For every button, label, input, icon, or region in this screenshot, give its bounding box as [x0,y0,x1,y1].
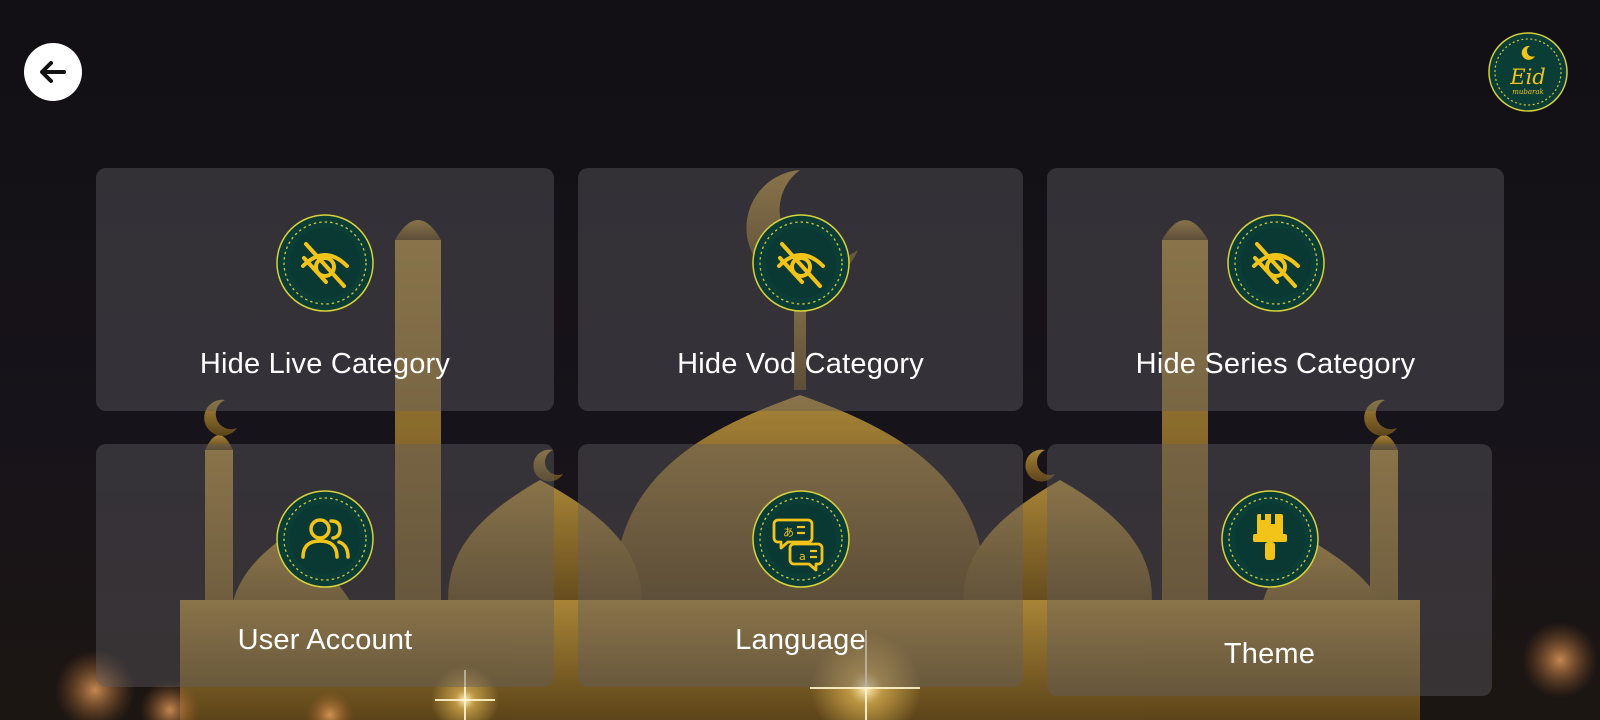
paint-brush-icon [1221,490,1319,588]
hide-series-category-label: Hide Series Category [1135,348,1416,380]
svg-text:Eid: Eid [1509,65,1546,89]
eid-mubarak-logo: Eid mubarak [1488,32,1568,112]
eye-off-icon [276,214,374,312]
language-tile[interactable]: あ a Language [578,444,1023,687]
hide-vod-category-label: Hide Vod Category [677,348,924,380]
hide-live-category-label: Hide Live Category [199,348,451,380]
arrow-left-icon [40,61,66,83]
user-account-tile[interactable]: User Account [96,444,554,687]
translate-icon: あ a [752,490,850,588]
eye-off-icon [752,214,850,312]
svg-text:mubarak: mubarak [1512,88,1544,96]
svg-text:a: a [799,550,806,563]
language-label: Language [735,624,866,656]
svg-text:あ: あ [783,526,794,539]
hide-live-category-tile[interactable]: Hide Live Category [96,168,554,411]
hide-vod-category-tile[interactable]: Hide Vod Category [578,168,1023,411]
user-account-label: User Account [237,624,413,656]
back-button[interactable] [24,43,82,101]
theme-label: Theme [1223,638,1316,670]
users-icon [276,490,374,588]
hide-series-category-tile[interactable]: Hide Series Category [1047,168,1504,411]
eye-off-icon [1227,214,1325,312]
theme-tile[interactable]: Theme [1047,444,1492,696]
